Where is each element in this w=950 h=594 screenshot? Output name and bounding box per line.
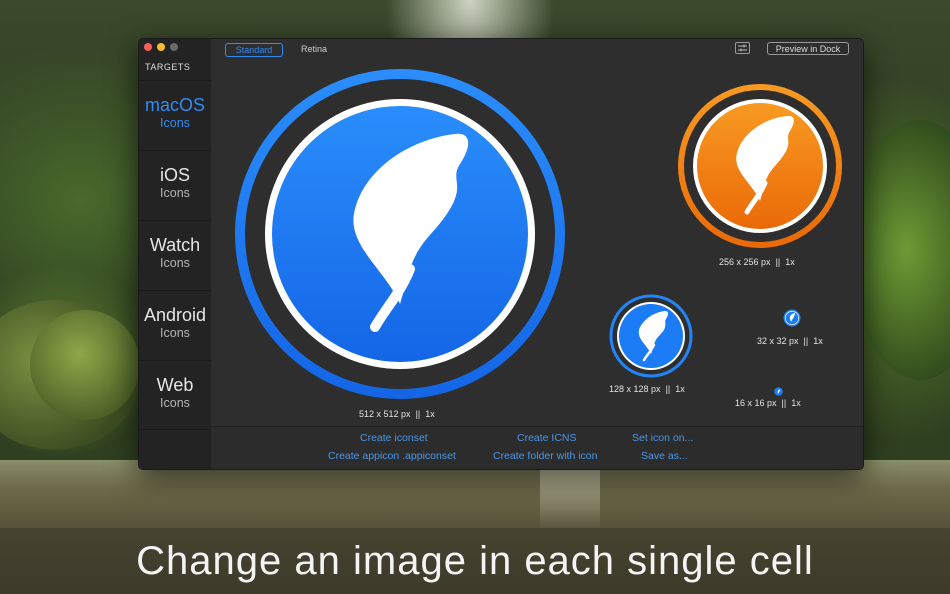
sidebar-item-subtitle: Icons [160,326,190,340]
adjust-settings-button[interactable] [735,42,750,54]
icon-cell-256[interactable] [677,83,843,254]
set-icon-on-link[interactable]: Set icon on... [632,432,693,444]
sidebar-item-watch[interactable]: Watch Icons [139,220,211,290]
create-appicon-link[interactable]: Create appicon .appiconset [328,450,456,462]
sidebar-item-android[interactable]: Android Icons [139,290,211,360]
feather-app-icon [783,309,801,327]
targets-sidebar: TARGETS macOS Icons iOS Icons Watch Icon… [139,39,212,469]
toolbar: Standard Retina Preview in Dock [211,39,863,59]
sidebar-item-subtitle: Icons [160,116,190,130]
sidebar-item-subtitle: Icons [160,186,190,200]
window-controls [144,43,178,51]
standard-toggle[interactable]: Standard [225,43,283,57]
app-window: TARGETS macOS Icons iOS Icons Watch Icon… [138,38,864,470]
create-folder-link[interactable]: Create folder with icon [493,450,597,462]
feather-app-icon [235,69,565,399]
cell-256-label: 256 x 256 px || 1x [719,257,795,267]
cell-512-label: 512 x 512 px || 1x [359,409,435,419]
sliders-icon [738,44,747,52]
cell-16-label: 16 x 16 px || 1x [735,398,801,408]
icon-canvas: Standard Retina Preview in Dock 512 x 51… [211,39,863,469]
targets-header: TARGETS [145,62,191,72]
sidebar-item-title: Web [156,375,194,395]
create-icns-link[interactable]: Create ICNS [517,432,577,444]
sidebar-item-subtitle: Icons [160,396,190,410]
icon-cell-128[interactable] [609,294,693,383]
sidebar-item-title: iOS [159,165,190,185]
create-iconset-link[interactable]: Create iconset [360,432,428,444]
icon-cell-512[interactable] [235,69,565,404]
sidebar-item-title: macOS [144,95,205,115]
action-footer: Create iconset Create appicon .appiconse… [211,426,863,469]
sidebar-item-ios[interactable]: iOS Icons [139,150,211,220]
feather-app-icon [774,387,783,396]
sidebar-item-subtitle: Icons [160,256,190,270]
minimize-window-button[interactable] [157,43,165,51]
retina-toggle[interactable]: Retina [301,44,327,54]
sidebar-item-macos[interactable]: macOS Icons [139,80,211,150]
cell-128-label: 128 x 128 px || 1x [609,384,685,394]
promo-caption: Change an image in each single cell [0,528,950,594]
sidebar-item-web[interactable]: Web Icons [139,360,211,430]
sidebar-item-title: Watch [149,235,201,255]
feather-app-icon [609,294,693,378]
sidebar-item-title: Android [143,305,207,325]
zoom-window-button[interactable] [170,43,178,51]
icon-cell-32[interactable] [783,309,801,332]
preview-in-dock-button[interactable]: Preview in Dock [767,42,849,55]
caption-text: Change an image in each single cell [136,539,814,583]
save-as-link[interactable]: Save as... [641,450,688,462]
feather-app-icon [678,84,842,248]
cell-32-label: 32 x 32 px || 1x [757,336,823,346]
close-window-button[interactable] [144,43,152,51]
